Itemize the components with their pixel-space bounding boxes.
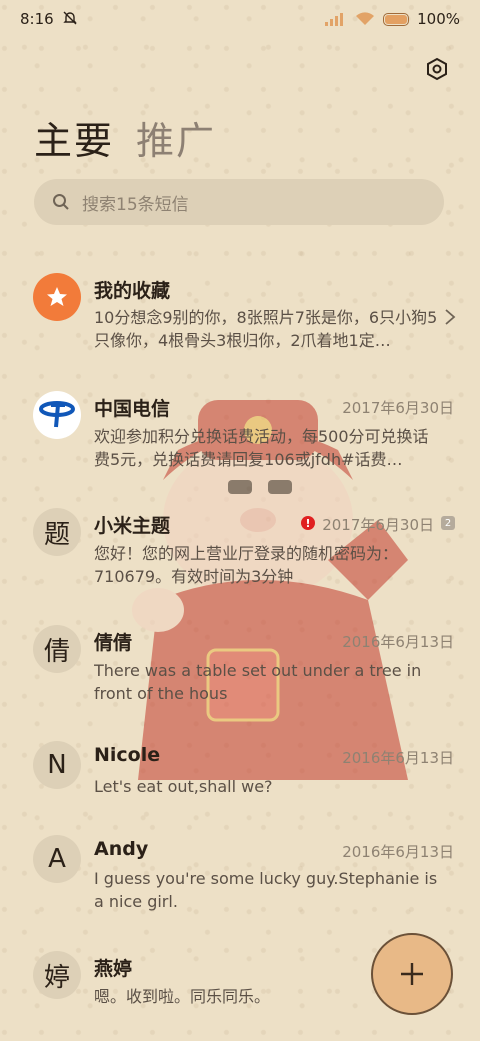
tab-promotions[interactable]: 推广 [136,110,216,165]
conversation-date: 2016年6月13日 [342,633,454,651]
battery-level: 100% [417,10,460,28]
china-telecom-logo-icon [39,401,75,428]
conversation-preview: 您好！您的网上营业厅登录的随机密码为：710679。有效时间为3分钟 [94,544,399,586]
new-message-button[interactable] [371,933,453,1015]
search-bar[interactable]: 搜索15条短信 [34,179,444,225]
tab-primary[interactable]: 主要 [34,110,114,165]
conversation-name: 燕婷 [94,958,133,980]
conversation-date: 2017年6月30日 [342,399,454,417]
letter-avatar: A [33,835,81,883]
conversation-name: 中国电信 [94,398,171,420]
letter-avatar: 婷 [33,951,81,999]
send-failed-icon: ! [301,516,315,530]
conversation-row[interactable]: A Andy 2016年6月13日 I guess you're some lu… [0,835,480,945]
conversation-preview: There was a table set out under a tree i… [94,661,422,703]
chevron-right-icon [445,309,456,325]
conversation-name: Andy [94,838,149,860]
conversation-name: 小米主题 [94,515,171,537]
china-telecom-logo-avatar [33,391,81,439]
conversation-preview: 欢迎参加积分兑换话费活动，每500分可兑换话费5元，兑换话费请回复106或jfd… [94,427,429,469]
status-right: 100% [325,10,460,28]
conversation-row[interactable]: N Nicole 2016年6月13日 Let's eat out,shall … [0,741,480,831]
conversation-date: 2016年6月13日 [342,749,454,767]
settings-button[interactable] [420,52,454,86]
conversation-preview: Let's eat out,shall we? [94,777,273,796]
conversation-name: 倩倩 [94,632,133,654]
letter-avatar: 倩 [33,625,81,673]
conversation-row-favorites[interactable]: 我的收藏 10分想念9别的你，8张照片7张是你，6只小狗5只像你，4根骨头3根归… [0,258,480,368]
conversation-row[interactable]: 倩 倩倩 2016年6月13日 There was a table set ou… [0,625,480,735]
status-time: 8:16 [20,10,54,28]
conversation-row[interactable]: 题 小米主题 ! 2017年6月30日 2 您好！您的网上营业厅登录的随机密码为… [0,508,480,618]
conversation-date: 2017年6月30日 [322,516,434,534]
gear-icon [427,57,447,81]
conversation-preview: 10分想念9别的你，8张照片7张是你，6只小狗5只像你，4根骨头3根归你，2爪着… [94,308,438,350]
sim-card-icon: 2 [441,516,455,530]
plus-icon [401,963,423,985]
search-icon [53,194,69,210]
letter-avatar: 题 [33,508,81,556]
conversation-date: 2016年6月13日 [342,843,454,861]
conversation-preview: I guess you're some lucky guy.Stephanie … [94,869,438,911]
letter-avatar: N [33,741,81,789]
tab-bar: 主要 推广 [34,110,216,165]
star-icon [47,287,67,306]
search-input[interactable]: 搜索15条短信 [82,190,189,215]
conversation-name: 我的收藏 [94,280,171,302]
conversation-name: Nicole [94,744,161,766]
status-bar: 8:16 100% [0,0,480,40]
conversation-row[interactable]: 中国电信 2017年6月30日 欢迎参加积分兑换话费活动，每500分可兑换话费5… [0,391,480,501]
favorites-avatar [33,273,81,321]
mute-bell-icon [63,11,77,25]
battery-icon [383,12,410,26]
wifi-icon [356,12,375,25]
signal-icon [325,13,344,26]
